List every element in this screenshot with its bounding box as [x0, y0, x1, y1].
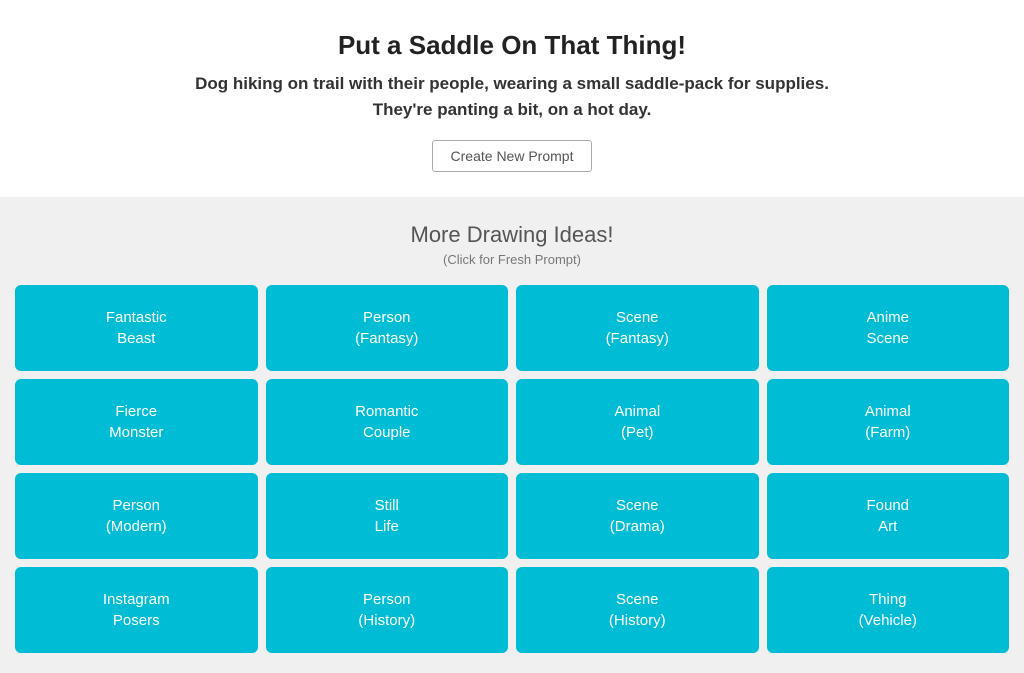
card-line1: Person [112, 497, 160, 514]
grid-card-8[interactable]: Person (Modern) [15, 473, 258, 559]
grid-card-13[interactable]: Person (History) [266, 567, 509, 653]
card-line1: Fierce [115, 403, 157, 420]
card-line1: Anime [866, 309, 909, 326]
card-line1: Fantastic [106, 309, 167, 326]
card-line2: (Pet) [621, 424, 654, 441]
subtitle: Dog hiking on trail with their people, w… [20, 71, 1004, 122]
ideas-section: More Drawing Ideas! (Click for Fresh Pro… [0, 197, 1024, 673]
subtitle-line2: They're panting a bit, on a hot day. [373, 100, 652, 119]
card-line2: (History) [609, 612, 666, 629]
grid-card-14[interactable]: Scene (History) [516, 567, 759, 653]
card-line1: Person [363, 309, 411, 326]
card-line2: Monster [109, 424, 163, 441]
card-line2: (Fantasy) [355, 330, 418, 347]
ideas-subtitle: (Click for Fresh Prompt) [15, 252, 1009, 267]
header-section: Put a Saddle On That Thing! Dog hiking o… [0, 0, 1024, 197]
card-line1: Animal [865, 403, 911, 420]
ideas-grid: Fantastic Beast Person (Fantasy) Scene (Fanta… [15, 285, 1009, 653]
grid-card-5[interactable]: Romantic Couple [266, 379, 509, 465]
card-line1: Animal [614, 403, 660, 420]
grid-card-2[interactable]: Scene (Fantasy) [516, 285, 759, 371]
grid-card-1[interactable]: Person (Fantasy) [266, 285, 509, 371]
card-line2: Couple [363, 424, 411, 441]
card-line2: (Farm) [865, 424, 910, 441]
grid-card-0[interactable]: Fantastic Beast [15, 285, 258, 371]
card-line1: Scene [616, 309, 659, 326]
subtitle-line1: Dog hiking on trail with their people, w… [195, 74, 829, 93]
main-title: Put a Saddle On That Thing! [20, 30, 1004, 61]
card-line2: (Modern) [106, 518, 167, 535]
grid-card-12[interactable]: Instagram Posers [15, 567, 258, 653]
ideas-title: More Drawing Ideas! [15, 222, 1009, 248]
card-line1: Thing [869, 591, 907, 608]
card-line2: Life [375, 518, 399, 535]
grid-card-7[interactable]: Animal (Farm) [767, 379, 1010, 465]
grid-card-11[interactable]: Found Art [767, 473, 1010, 559]
card-line2: (Fantasy) [606, 330, 669, 347]
card-line1: Person [363, 591, 411, 608]
card-line2: (History) [358, 612, 415, 629]
card-line2: (Vehicle) [859, 612, 917, 629]
create-new-prompt-button[interactable]: Create New Prompt [432, 140, 593, 172]
card-line2: (Drama) [610, 518, 665, 535]
grid-card-10[interactable]: Scene (Drama) [516, 473, 759, 559]
card-line2: Posers [113, 612, 160, 629]
grid-card-3[interactable]: Anime Scene [767, 285, 1010, 371]
card-line1: Scene [616, 591, 659, 608]
grid-card-15[interactable]: Thing (Vehicle) [767, 567, 1010, 653]
card-line2: Beast [117, 330, 155, 347]
grid-card-6[interactable]: Animal (Pet) [516, 379, 759, 465]
card-line1: Instagram [103, 591, 170, 608]
card-line2: Scene [866, 330, 909, 347]
grid-card-4[interactable]: Fierce Monster [15, 379, 258, 465]
card-line1: Still [375, 497, 399, 514]
card-line1: Scene [616, 497, 659, 514]
card-line1: Romantic [355, 403, 418, 420]
grid-card-9[interactable]: Still Life [266, 473, 509, 559]
card-line2: Art [878, 518, 897, 535]
card-line1: Found [866, 497, 909, 514]
